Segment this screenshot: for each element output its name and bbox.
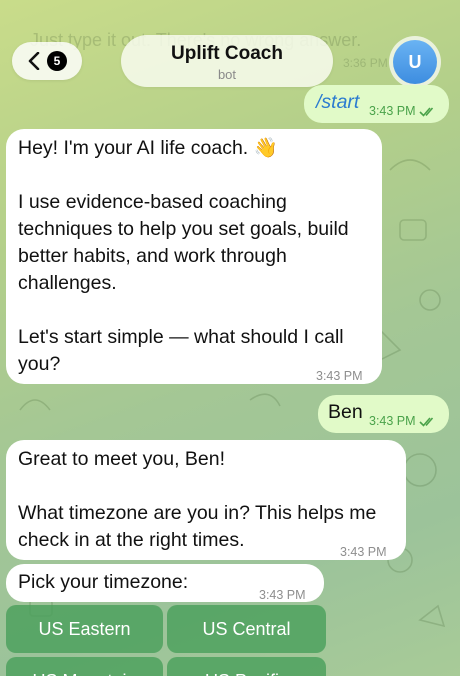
chat-avatar-button[interactable]: U — [389, 36, 441, 88]
timezone-button-us-eastern[interactable]: US Eastern — [6, 605, 163, 653]
chat-header: 5 Uplift Coach bot U — [0, 34, 460, 90]
avatar: U — [393, 40, 437, 84]
timezone-button-us-mountain[interactable]: US Mountain — [6, 657, 163, 676]
timezone-button-us-central[interactable]: US Central — [167, 605, 326, 653]
message-time: 3:43 PM — [340, 545, 387, 559]
back-button[interactable]: 5 — [12, 42, 82, 80]
message-text: Ben — [328, 401, 363, 423]
chat-subtitle: bot — [217, 67, 237, 82]
message-bubble-incoming[interactable]: Pick your timezone: 3:43 PM — [6, 564, 324, 602]
message-bubble-outgoing[interactable]: Ben 3:43 PM — [318, 395, 449, 433]
message-bubble-incoming[interactable]: Great to meet you, Ben! What timezone ar… — [6, 440, 406, 560]
message-bubble-incoming[interactable]: Hey! I'm your AI life coach. 👋 I use evi… — [6, 129, 382, 384]
chat-title: Uplift Coach — [171, 43, 283, 64]
message-bubble-outgoing[interactable]: /start 3:43 PM — [304, 85, 449, 123]
double-check-icon — [418, 417, 433, 427]
chat-title-pill[interactable]: Uplift Coach bot — [121, 35, 333, 87]
double-check-icon — [418, 107, 433, 117]
message-time: 3:43 PM — [369, 104, 416, 118]
message-text: Pick your timezone: — [18, 571, 189, 593]
unread-count-badge: 5 — [47, 51, 67, 71]
status-bar — [0, 0, 460, 4]
message-time: 3:43 PM — [369, 414, 416, 428]
message-meta: 3:43 PM — [369, 408, 437, 435]
message-text: Great to meet you, Ben! What timezone ar… — [18, 448, 377, 551]
message-text: Hey! I'm your AI life coach. 👋 I use evi… — [18, 137, 349, 375]
message-meta: 3:43 PM — [369, 98, 437, 125]
chevron-left-icon — [28, 52, 40, 70]
message-text: /start — [316, 91, 360, 113]
timezone-button-us-pacific[interactable]: US Pacific — [167, 657, 326, 676]
message-time: 3:43 PM — [316, 369, 363, 383]
